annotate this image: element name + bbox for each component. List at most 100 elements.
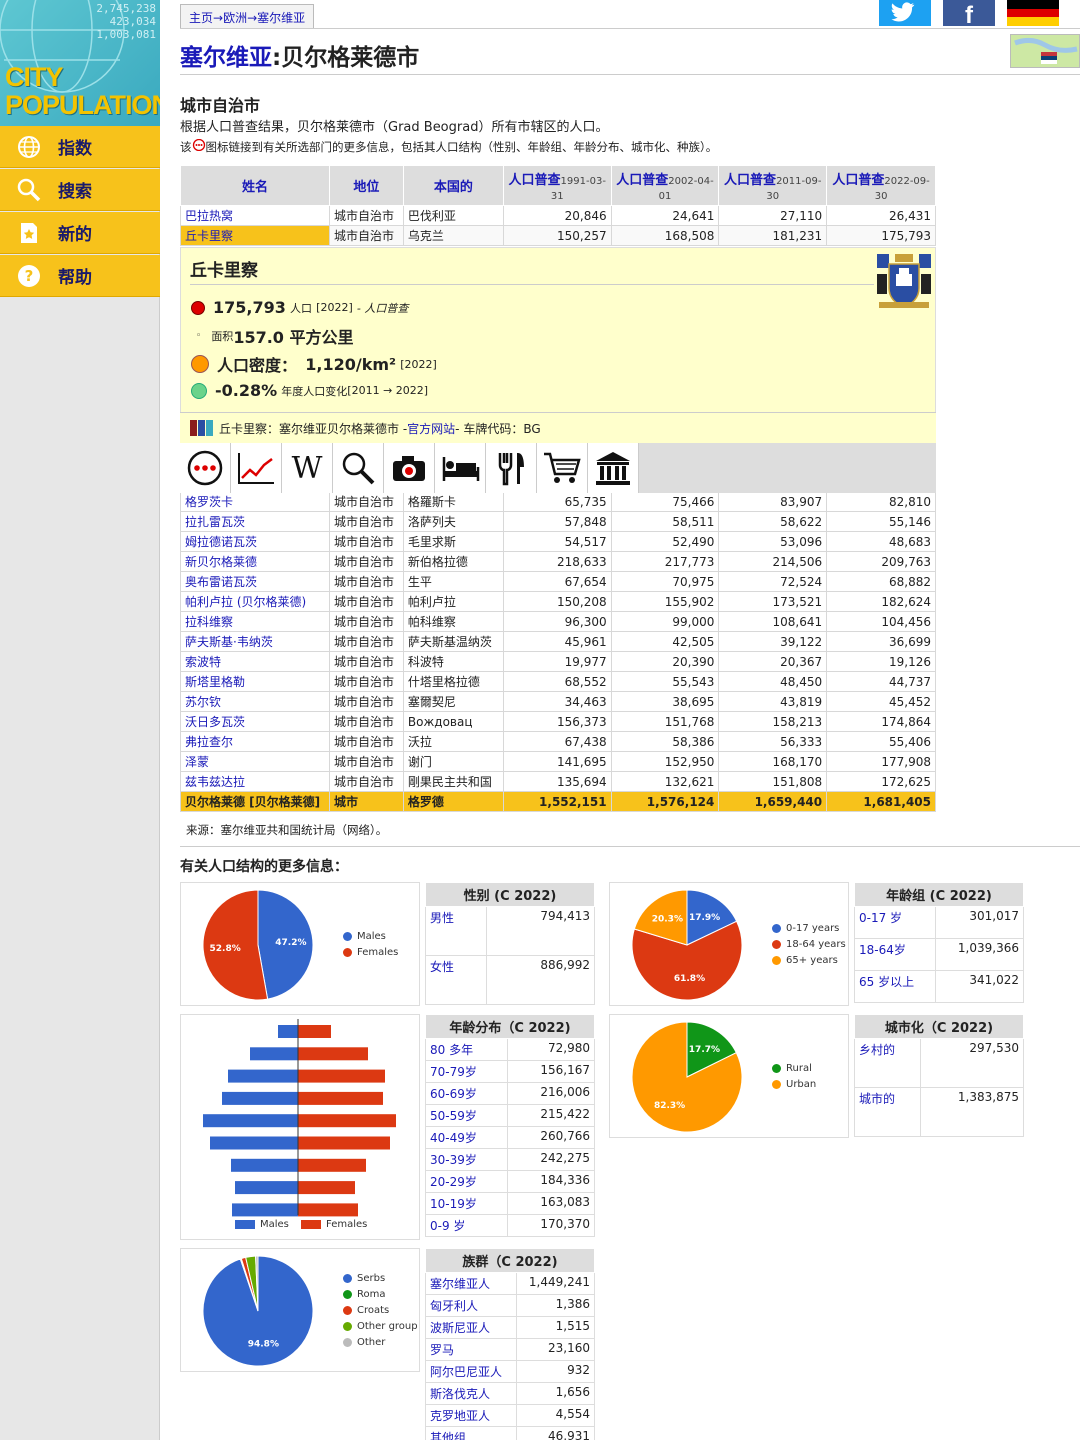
hotel-icon[interactable] [435, 443, 486, 493]
pyramid-bar-female[interactable] [298, 1181, 355, 1195]
pyramid-bar-male[interactable] [232, 1203, 298, 1217]
agegroup-label[interactable]: 65 岁以上 [854, 970, 936, 1003]
col-name[interactable]: 姓名 [180, 165, 330, 206]
table-row[interactable]: 兹韦兹达拉 城市自治市 剛果民主共和国 135,694 132,621 151,… [180, 771, 936, 792]
agedist-label[interactable]: 20-29岁 [424, 1170, 509, 1193]
breadcrumb-europe[interactable]: 欧洲 [223, 11, 247, 25]
ethnic-label[interactable]: 罗马 [425, 1338, 517, 1361]
official-website-link[interactable]: 官方网站 [407, 420, 455, 437]
cell-name[interactable]: 奥布雷诺瓦茨 [180, 571, 330, 592]
nav-index[interactable]: 指数 [0, 126, 160, 168]
ethnic-label[interactable]: 其他组 [425, 1426, 517, 1440]
pyramid-bar-female[interactable] [298, 1091, 383, 1105]
table-row[interactable]: 新贝尔格莱德 城市自治市 新伯格拉德 218,633 217,773 214,5… [180, 551, 936, 572]
col-census-2022[interactable]: 人口普查2022-09-30 [826, 165, 936, 206]
agedist-label[interactable]: 50-59岁 [424, 1104, 509, 1127]
cell-name[interactable]: 帕利卢拉 (贝尔格莱德) [180, 591, 330, 612]
nav-help[interactable]: ? 帮助 [0, 255, 160, 297]
pyramid-bar-female[interactable] [298, 1136, 390, 1150]
agegroup-label[interactable]: 0-17 岁 [854, 906, 936, 939]
pyramid-bar-female[interactable] [298, 1158, 366, 1172]
cell-name[interactable]: 格罗茨卡 [180, 491, 330, 512]
cell-name[interactable]: 沃日多瓦茨 [180, 711, 330, 732]
camera-icon[interactable] [384, 443, 435, 493]
restaurant-icon[interactable] [486, 443, 537, 493]
gender-label[interactable]: 男性 [425, 906, 487, 956]
urban-label[interactable]: 城市的 [853, 1087, 922, 1137]
table-row[interactable]: 帕利卢拉 (贝尔格莱德) 城市自治市 帕利卢拉 150,208 155,902 … [180, 591, 936, 612]
agedist-label[interactable]: 80 多年 [424, 1038, 509, 1061]
pyramid-bar-female[interactable] [298, 1114, 396, 1128]
cell-name[interactable]: 拉科维察 [180, 611, 330, 632]
table-row[interactable]: 弗拉查尔 城市自治市 沃拉 67,438 58,386 56,333 55,40… [180, 731, 936, 752]
cell-name[interactable]: 弗拉查尔 [180, 731, 330, 752]
pyramid-bar-female[interactable] [298, 1203, 358, 1217]
cell-name[interactable]: 斯塔里格勒 [180, 671, 330, 692]
pyramid-bar-male[interactable] [231, 1158, 298, 1172]
agedist-label[interactable]: 70-79岁 [424, 1060, 509, 1083]
table-row[interactable]: 萨夫斯基·韦纳茨 城市自治市 萨夫斯基温纳茨 45,961 42,505 39,… [180, 631, 936, 652]
pyramid-bar-male[interactable] [203, 1114, 298, 1128]
coat-of-arms-image[interactable] [877, 252, 931, 312]
col-native[interactable]: 本国的 [402, 165, 504, 206]
col-census-1991[interactable]: 人口普查1991-03-31 [502, 165, 612, 206]
table-row[interactable]: 奥布雷诺瓦茨 城市自治市 生平 67,654 70,975 72,524 68,… [180, 571, 936, 592]
pyramid-bar-female[interactable] [298, 1047, 368, 1061]
pyramid-bar-male[interactable] [278, 1025, 298, 1038]
pyramid-bar-male[interactable] [210, 1136, 298, 1150]
facebook-button[interactable]: f [943, 0, 995, 29]
ethnic-label[interactable]: 阿尔巴尼亚人 [425, 1360, 517, 1383]
table-row[interactable]: 格罗茨卡 城市自治市 格羅斯卡 65,735 75,466 83,907 82,… [180, 491, 936, 512]
col-census-2011[interactable]: 人口普查2011-09-30 [718, 165, 828, 206]
cell-name[interactable]: 巴拉热窝 [180, 205, 330, 226]
table-row[interactable]: 泽蒙 城市自治市 谢门 141,695 152,950 168,170 177,… [180, 751, 936, 772]
location-minimap[interactable] [1010, 34, 1080, 68]
breadcrumb-serbia[interactable]: 塞尔维亚 [257, 11, 305, 25]
breadcrumb-home[interactable]: 主页 [189, 11, 213, 25]
cell-name[interactable]: 兹韦兹达拉 [180, 771, 330, 792]
table-row[interactable]: 索波特 城市自治市 科波特 19,977 20,390 20,367 19,12… [180, 651, 936, 672]
ethnic-label[interactable]: 斯洛伐克人 [425, 1382, 517, 1405]
search-icon[interactable] [333, 443, 384, 493]
col-status[interactable]: 地位 [328, 165, 404, 206]
agedist-label[interactable]: 30-39岁 [424, 1148, 509, 1171]
chart-icon[interactable] [231, 443, 282, 493]
pyramid-bar-male[interactable] [228, 1069, 298, 1083]
more-info-icon[interactable] [180, 443, 231, 493]
gender-label[interactable]: 女性 [425, 955, 487, 1005]
nav-new[interactable]: 新的 [0, 212, 160, 254]
title-country-link[interactable]: 塞尔维亚 [180, 45, 272, 71]
agedist-label[interactable]: 60-69岁 [424, 1082, 509, 1105]
cell-name[interactable]: 丘卡里察 [180, 225, 330, 246]
table-row[interactable]: 沃日多瓦茨 城市自治市 Вождовац 156,373 151,768 158… [180, 711, 936, 732]
pyramid-bar-male[interactable] [250, 1047, 298, 1061]
nav-search[interactable]: 搜索 [0, 169, 160, 211]
agedist-label[interactable]: 0-9 岁 [424, 1214, 509, 1237]
agegroup-label[interactable]: 18-64岁 [854, 938, 936, 971]
table-row[interactable]: 姆拉德诺瓦茨 城市自治市 毛里求斯 54,517 52,490 53,096 4… [180, 531, 936, 552]
museum-icon[interactable] [588, 443, 639, 493]
table-row[interactable]: 拉扎雷瓦茨 城市自治市 洛萨列夫 57,848 58,511 58,622 55… [180, 511, 936, 532]
ethnic-label[interactable]: 波斯尼亚人 [425, 1316, 517, 1339]
table-row[interactable]: 丘卡里察 城市自治市 乌克兰 150,257 168,508 181,231 1… [180, 225, 936, 246]
table-row[interactable]: 拉科维察 城市自治市 帕科维察 96,300 99,000 108,641 10… [180, 611, 936, 632]
agedist-label[interactable]: 40-49岁 [424, 1126, 509, 1149]
language-german-flag[interactable] [1007, 0, 1059, 26]
pyramid-bar-female[interactable] [298, 1025, 331, 1038]
table-row[interactable]: 巴拉热窝 城市自治市 巴伐利亚 20,846 24,641 27,110 26,… [180, 205, 936, 226]
cell-name[interactable]: 苏尔钦 [180, 691, 330, 712]
ethnic-label[interactable]: 匈牙利人 [425, 1294, 517, 1317]
ethnic-label[interactable]: 塞尔维亚人 [425, 1272, 517, 1295]
agedist-label[interactable]: 10-19岁 [424, 1192, 509, 1215]
cell-name[interactable]: 萨夫斯基·韦纳茨 [180, 631, 330, 652]
total-row[interactable]: 贝尔格莱德 [贝尔格莱德] 城市 格罗德 1,552,151 1,576,124… [180, 791, 936, 812]
cell-name[interactable]: 姆拉德诺瓦茨 [180, 531, 330, 552]
site-logo[interactable]: 2,745,238 423,034 1,003,081 CITY POPULAT… [0, 0, 160, 126]
cell-name[interactable]: 拉扎雷瓦茨 [180, 511, 330, 532]
pyramid-bar-female[interactable] [298, 1069, 385, 1083]
twitter-button[interactable] [879, 0, 931, 26]
table-row[interactable]: 斯塔里格勒 城市自治市 什塔里格拉德 68,552 55,543 48,450 … [180, 671, 936, 692]
ethnic-label[interactable]: 克罗地亚人 [425, 1404, 517, 1427]
table-row[interactable]: 苏尔钦 城市自治市 塞爾契尼 34,463 38,695 43,819 45,4… [180, 691, 936, 712]
pyramid-bar-male[interactable] [235, 1181, 298, 1195]
